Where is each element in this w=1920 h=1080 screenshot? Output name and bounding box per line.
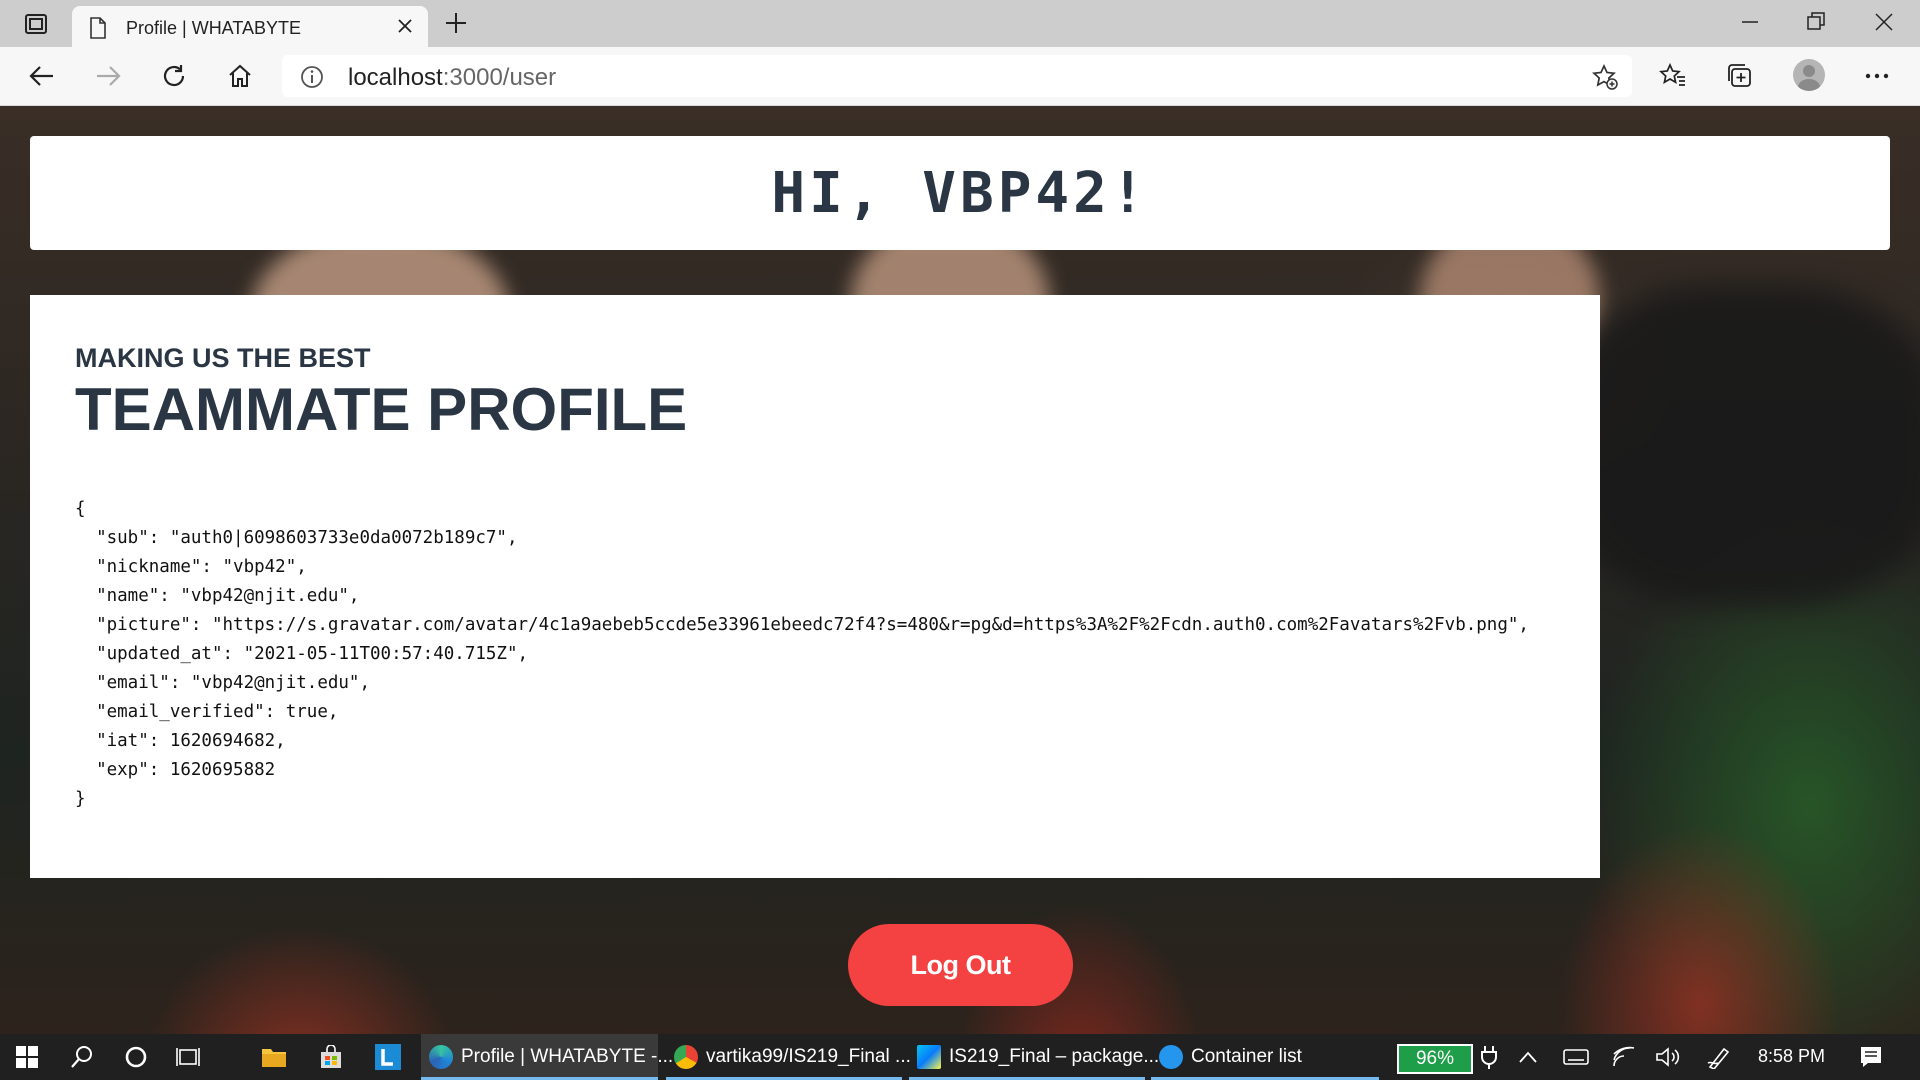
search-button[interactable] <box>68 1043 96 1071</box>
add-favorite-icon[interactable] <box>1592 64 1618 90</box>
store-bag-icon <box>321 1045 341 1068</box>
taskbar-app-label: Profile | WHATABYTE -... <box>461 1046 674 1067</box>
home-icon <box>229 64 251 87</box>
taskbar-clock[interactable]: 8:58 PM <box>1758 1046 1825 1067</box>
task-view-button[interactable] <box>174 1043 202 1071</box>
pen-workspace-icon[interactable] <box>1705 1043 1733 1071</box>
cortana-button[interactable] <box>122 1043 150 1071</box>
taskbar-app-docker[interactable]: Container list <box>1151 1034 1379 1080</box>
url-host: localhost <box>348 64 443 91</box>
windows-logo-icon <box>16 1046 38 1068</box>
file-explorer-button[interactable] <box>260 1043 288 1071</box>
edge-icon <box>429 1045 453 1069</box>
back-button[interactable] <box>27 61 57 91</box>
docker-icon <box>1159 1045 1183 1069</box>
search-icon <box>71 1046 92 1068</box>
page-icon <box>90 17 106 39</box>
profile-card: MAKING US THE BEST TEAMMATE PROFILE { "s… <box>30 295 1600 878</box>
power-plug-icon[interactable] <box>1475 1043 1503 1071</box>
browser-tab-strip: Profile | WHATABYTE <box>0 0 1920 47</box>
favorites-icon <box>1659 63 1685 86</box>
browser-tab-active[interactable]: Profile | WHATABYTE <box>72 6 428 47</box>
back-arrow-icon <box>29 66 53 86</box>
close-tab-icon[interactable] <box>396 17 414 35</box>
start-button[interactable] <box>13 1043 41 1071</box>
show-hidden-icons-chevron-up-icon[interactable] <box>1514 1043 1542 1071</box>
action-center-notification-icon[interactable] <box>1857 1043 1885 1071</box>
background-photo-detail <box>1560 286 1920 606</box>
taskbar-app-chrome[interactable]: vartika99/IS219_Final ... <box>666 1034 911 1080</box>
forward-button[interactable] <box>93 61 123 91</box>
cortana-icon <box>125 1046 147 1068</box>
store-button[interactable] <box>317 1043 345 1071</box>
favorites-button[interactable] <box>1658 61 1688 91</box>
tab-actions-icon <box>25 14 47 34</box>
battery-indicator[interactable]: 96% <box>1397 1044 1473 1074</box>
tab-title: Profile | WHATABYTE <box>126 18 302 38</box>
more-dots-icon <box>1865 73 1889 79</box>
page-viewport: HI, VBP42! MAKING US THE BEST TEAMMATE P… <box>0 106 1920 1034</box>
page-title: TEAMMATE PROFILE <box>75 376 688 443</box>
wifi-icon[interactable] <box>1610 1043 1638 1071</box>
collections-button[interactable] <box>1725 61 1755 91</box>
task-view-icon <box>176 1048 200 1066</box>
volume-icon[interactable] <box>1654 1043 1682 1071</box>
site-info-icon[interactable] <box>300 65 324 89</box>
taskbar-app-webstorm[interactable]: IS219_Final – package... <box>909 1034 1159 1080</box>
taskbar-app-edge[interactable]: Profile | WHATABYTE -... <box>421 1034 673 1080</box>
lens-app-button[interactable] <box>374 1043 402 1071</box>
greeting-card: HI, VBP42! <box>30 136 1890 250</box>
refresh-icon <box>163 65 185 87</box>
folder-icon <box>262 1049 286 1067</box>
restore-icon[interactable] <box>1806 10 1826 34</box>
logout-button[interactable]: Log Out <box>848 924 1073 1006</box>
tab-actions-button[interactable] <box>15 10 57 38</box>
refresh-button[interactable] <box>159 61 189 91</box>
windows-taskbar: Profile | WHATABYTE -... vartika99/IS219… <box>0 1034 1920 1080</box>
section-kicker: MAKING US THE BEST <box>75 343 371 373</box>
profile-json: { "sub": "auth0|6098603733e0da0072b189c7… <box>75 499 1529 809</box>
address-bar[interactable]: localhost:3000/user <box>282 55 1632 97</box>
keyboard-icon[interactable] <box>1562 1043 1590 1071</box>
taskbar-app-label: IS219_Final – package... <box>949 1046 1160 1067</box>
home-button[interactable] <box>225 61 255 91</box>
profile-avatar-button[interactable] <box>1793 59 1825 91</box>
close-window-icon[interactable] <box>1874 10 1894 34</box>
chrome-icon <box>674 1045 698 1069</box>
minimize-icon[interactable] <box>1740 10 1760 34</box>
settings-menu-button[interactable] <box>1862 61 1892 91</box>
greeting-heading: HI, VBP42! <box>771 160 1149 226</box>
webstorm-icon <box>917 1045 941 1069</box>
lens-l-icon <box>375 1044 401 1070</box>
url-text[interactable]: localhost:3000/user <box>348 64 556 92</box>
browser-toolbar: localhost:3000/user <box>0 47 1920 106</box>
new-tab-icon[interactable] <box>444 11 468 35</box>
taskbar-app-label: vartika99/IS219_Final ... <box>706 1046 911 1067</box>
url-path: :3000/user <box>442 64 557 91</box>
taskbar-app-label: Container list <box>1191 1046 1302 1067</box>
forward-arrow-icon <box>97 66 121 86</box>
collections-icon <box>1728 64 1751 87</box>
